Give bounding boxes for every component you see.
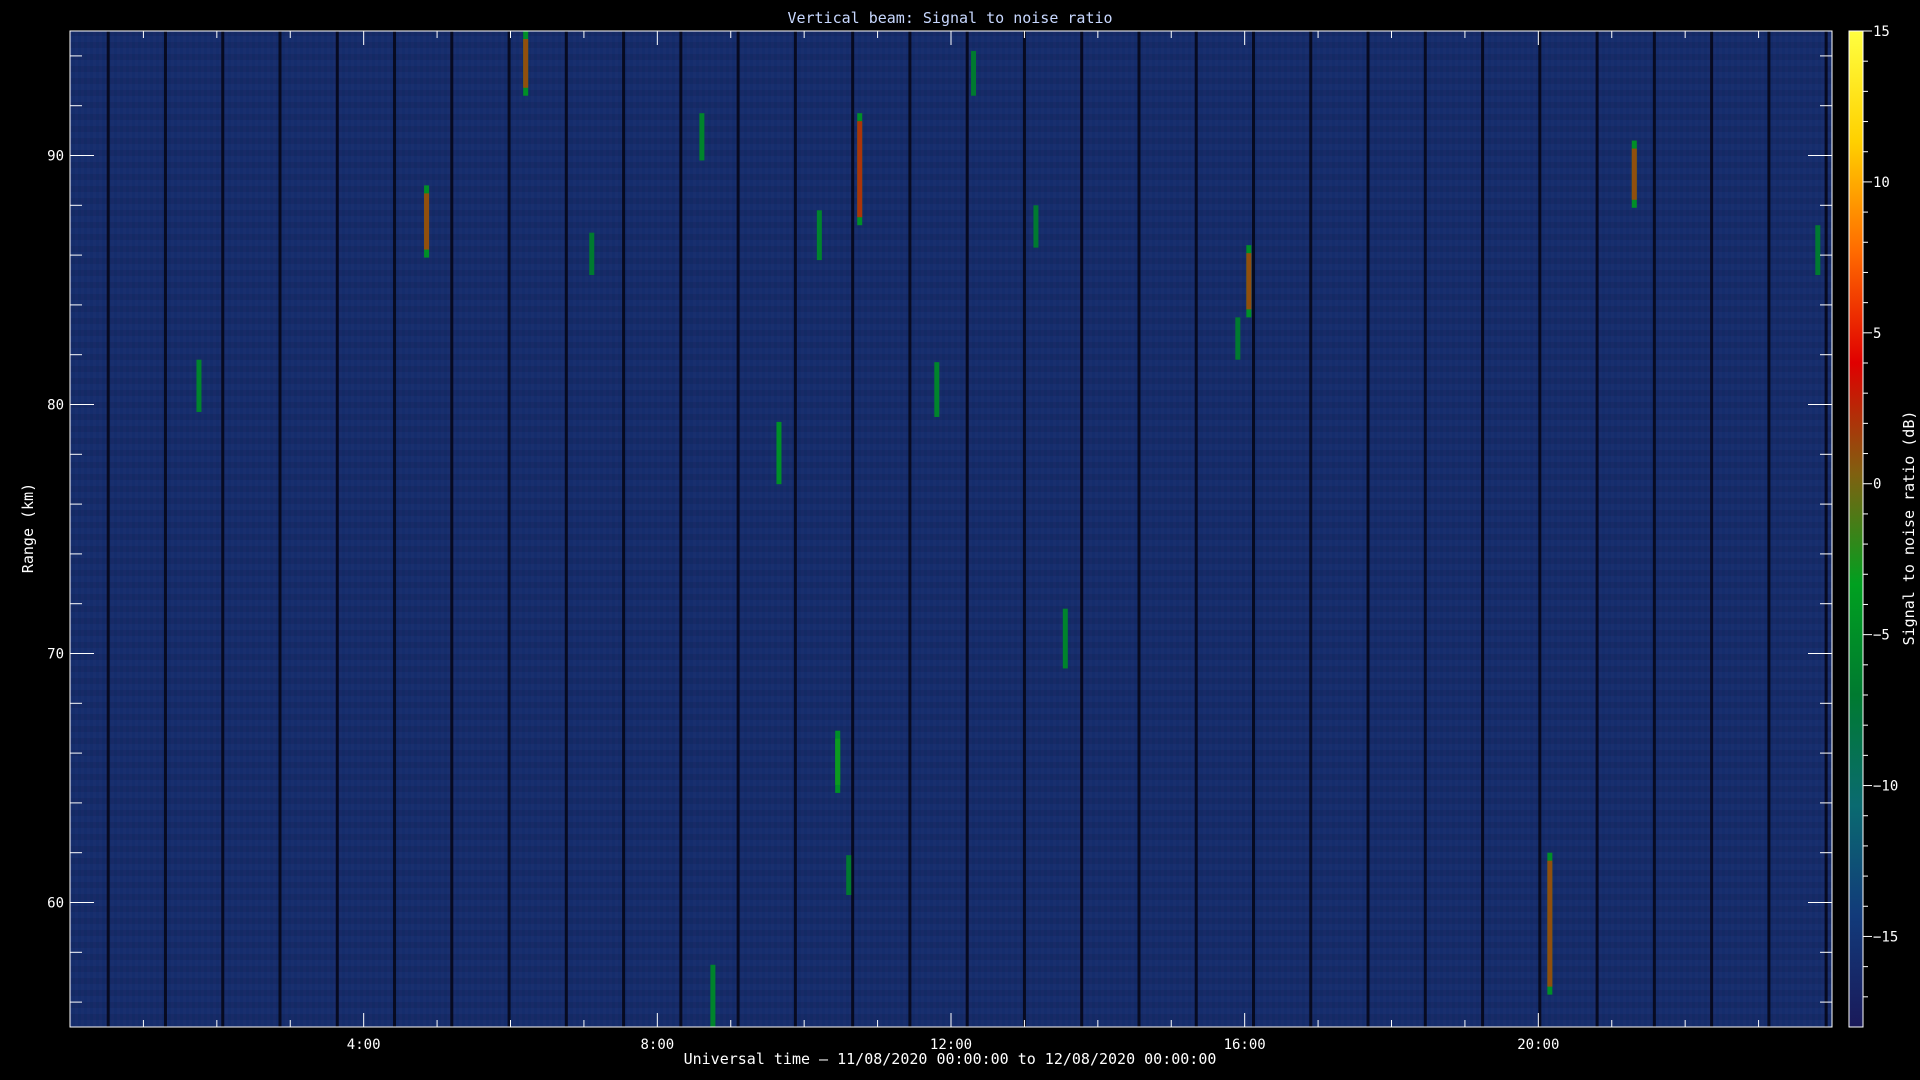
data-gap-column [1824,31,1828,1027]
chart-svg: Vertical beam: Signal to noise ratio 4:0… [19,9,1918,1068]
data-gap-column [393,31,397,1027]
data-gap-column [965,31,969,1027]
data-gap-column [1252,31,1256,1027]
data-gap-column [793,31,797,1027]
data-gap-column [1595,31,1599,1027]
data-gap-column [1767,31,1771,1027]
data-gap-column [221,31,225,1027]
data-gap-column [1194,31,1198,1027]
y-axis-label: Range (km) [19,483,37,573]
data-gap-column [1710,31,1714,1027]
data-gap-column [1309,31,1313,1027]
data-gap-column [1423,31,1427,1027]
data-gap-column [1366,31,1370,1027]
colorbar-tick-label: 0 [1873,477,1881,493]
echo-feature-core [1631,148,1637,200]
echo-feature [1033,205,1039,248]
data-gap-column [507,31,511,1027]
echo-feature [699,113,705,161]
echo-feature-core [424,193,430,250]
plot-area [69,30,1833,1028]
y-tick-label: 60 [47,896,64,912]
data-gap-column [163,31,167,1027]
data-gap-column [1080,31,1084,1027]
x-tick-label: 20:00 [1517,1037,1559,1053]
y-tick-label: 70 [47,647,64,663]
data-gap-column [450,31,454,1027]
y-tick-label: 80 [47,398,64,414]
colorbar-tick-label: 10 [1873,175,1890,191]
colorbar: 15 10 5 0 −5 −10 −15 [1848,24,1898,1028]
x-tick-label: 4:00 [347,1037,381,1053]
echo-feature [710,964,716,1027]
echo-feature [846,855,852,896]
x-tick-label: 16:00 [1224,1037,1266,1053]
data-gap-column [622,31,626,1027]
heatmap-noise [70,31,1832,1027]
data-gap-column [679,31,683,1027]
data-gap-column [851,31,855,1027]
echo-feature [196,359,202,412]
data-gap-column [736,31,740,1027]
data-gap-column [106,31,110,1027]
data-gap-column [1481,31,1485,1027]
colorbar-tick-label: 15 [1873,24,1890,40]
echo-feature-core [857,121,863,218]
echo-feature [776,421,782,485]
echo-feature [589,232,595,276]
x-tick-label: 8:00 [640,1037,674,1053]
echo-feature [1235,317,1241,360]
echo-feature [1815,225,1821,276]
data-gap-column [1137,31,1141,1027]
echo-feature-core [1246,253,1252,310]
data-gap-column [335,31,339,1027]
colorbar-label: Signal to noise ratio (dB) [1900,411,1918,646]
echo-feature [971,50,977,96]
echo-feature [816,210,822,261]
data-gap-column [278,31,282,1027]
colorbar-tick-label: −10 [1873,779,1898,795]
y-tick-label: 90 [47,149,64,165]
data-gap-column [564,31,568,1027]
x-axis-label: Universal time – 11/08/2020 00:00:00 to … [684,1050,1217,1068]
data-gap-column [1652,31,1656,1027]
chart-title: Vertical beam: Signal to noise ratio [787,9,1112,27]
data-gap-column [908,31,912,1027]
echo-feature-core [1547,860,1553,987]
data-gap-column [1538,31,1542,1027]
echo-feature-core [523,39,529,88]
colorbar-gradient [1848,30,1864,1028]
echo-feature-core [835,738,841,785]
colorbar-tick-label: 5 [1873,326,1881,342]
snr-heatmap-chart: Vertical beam: Signal to noise ratio 4:0… [0,0,1920,1080]
data-gap-column [1022,31,1026,1027]
colorbar-tick-label: −15 [1873,929,1898,945]
echo-feature [934,362,940,417]
colorbar-tick-label: −5 [1873,628,1890,644]
echo-feature [1062,608,1068,669]
